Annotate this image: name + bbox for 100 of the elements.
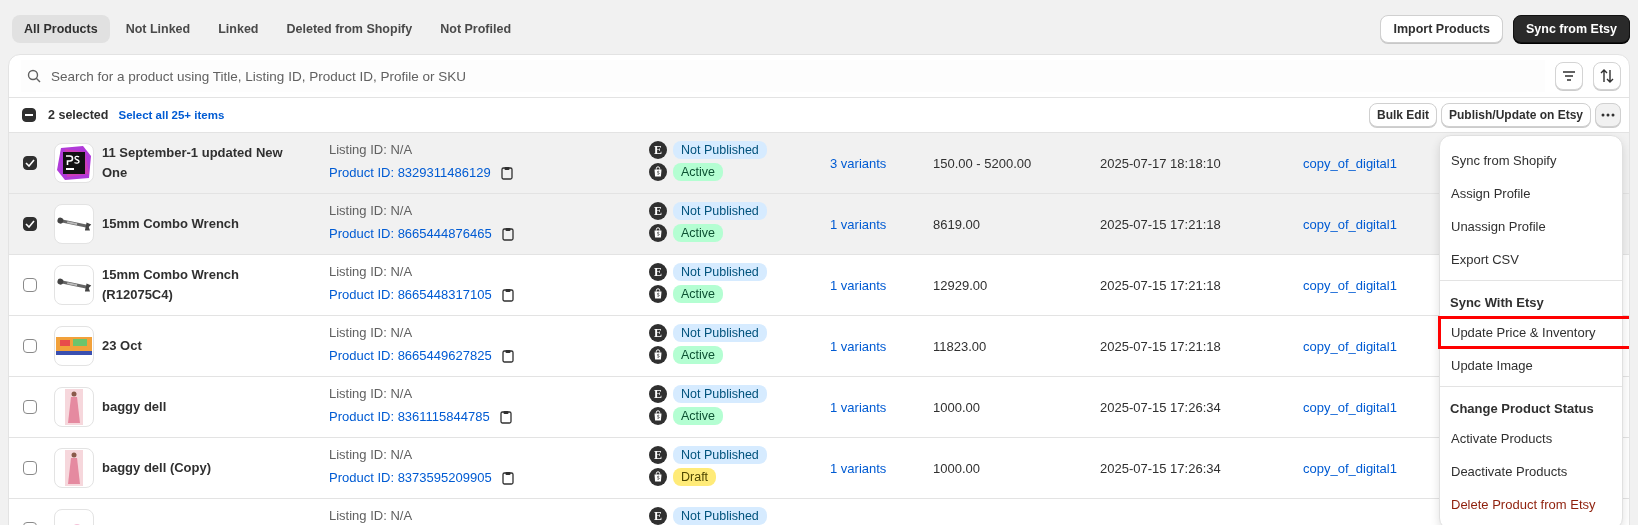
clipboard-icon[interactable] (501, 348, 514, 363)
shopify-status-badge: Draft (673, 468, 717, 486)
price-cell: 1000.00 (933, 399, 980, 415)
sync-button[interactable]: Sync from Etsy (1513, 15, 1630, 43)
product-id-link[interactable]: Product ID: 8329311486129 (329, 165, 491, 180)
menu-heading: Change Product Status (1449, 400, 1595, 418)
sort-button[interactable] (1593, 62, 1621, 90)
product-title: baggy dell (102, 399, 168, 414)
listing-id: Listing ID: N/A (329, 447, 414, 462)
clipboard-icon[interactable] (501, 226, 514, 241)
product-id-link[interactable]: Product ID: 8665444876465 (329, 226, 492, 241)
menu-item[interactable]: Activate Products (1438, 422, 1629, 455)
clipboard-icon[interactable] (499, 409, 512, 424)
select-all-link[interactable]: Select all 25+ items (118, 109, 225, 121)
product-id-link[interactable]: Product ID: 8373595209905 (329, 470, 492, 485)
profile-link[interactable]: copy_of_digital1 (1303, 460, 1397, 476)
variants-link[interactable]: 1 variants (830, 399, 887, 415)
menu-item[interactable]: Unassign Profile (1438, 210, 1629, 243)
clipboard-icon[interactable] (500, 165, 513, 180)
price-cell: 12929.00 (933, 277, 988, 293)
ellipsis-icon (1601, 113, 1615, 117)
shopping-bag-icon (649, 346, 667, 364)
bulk-action-button[interactable]: Bulk Edit (1368, 103, 1437, 127)
product-title: 15mm Combo Wrench (R12075C4) (102, 267, 239, 302)
date-cell: 2025-07-15 17:26:34 (1100, 460, 1221, 476)
menu-item[interactable]: Assign Profile (1438, 177, 1629, 210)
row-checkbox[interactable] (23, 278, 37, 292)
filter-tab[interactable]: Deleted from Shopify (274, 15, 425, 43)
etsy-icon: E (649, 324, 667, 342)
date-cell: 2025-07-17 18:18:10 (1100, 155, 1221, 171)
product-title: baggy dell (Copy) (102, 460, 213, 475)
menu-item[interactable]: Delete Product from Etsy (1438, 488, 1629, 521)
row-checkbox[interactable] (23, 461, 37, 475)
shopify-status-badge: Active (673, 407, 724, 425)
search-icon (27, 69, 41, 83)
filter-tab[interactable]: Not Profiled (428, 15, 524, 43)
row-checkbox[interactable] (23, 400, 37, 414)
etsy-icon: E (649, 385, 667, 403)
variants-link[interactable]: 1 variants (830, 460, 887, 476)
bulk-action-button[interactable]: Publish/Update on Etsy (1441, 103, 1591, 127)
etsy-icon: E (649, 202, 667, 220)
filter-tab[interactable]: Not Linked (113, 15, 203, 43)
date-cell: 2025-07-15 17:21:18 (1100, 277, 1221, 293)
etsy-icon: E (649, 507, 667, 525)
filter-tab[interactable]: Linked (206, 15, 271, 43)
price-cell: 1000.00 (933, 460, 980, 476)
profile-link[interactable]: copy_of_digital1 (1303, 399, 1397, 415)
import-button[interactable]: Import Products (1380, 15, 1503, 43)
profile-link[interactable]: copy_of_digital1 (1303, 277, 1397, 293)
clipboard-icon[interactable] (501, 470, 514, 485)
menu-item[interactable]: Deactivate Products (1438, 455, 1629, 488)
shopify-status-badge: Active (673, 285, 724, 303)
sort-icon (1600, 69, 1614, 83)
profile-link[interactable]: copy_of_digital1 (1303, 338, 1397, 354)
product-id-link[interactable]: Product ID: 8665448317105 (329, 287, 492, 302)
search-field[interactable]: Search for a product using Title, Listing ID, Product ID, Profile or SKU (49, 67, 1539, 85)
minus-icon (25, 114, 33, 116)
date-cell: 2025-07-15 17:26:34 (1100, 399, 1221, 415)
profile-link[interactable]: copy_of_digital1 (1303, 155, 1397, 171)
shopping-bag-icon (649, 285, 667, 303)
row-checkbox[interactable] (23, 156, 37, 170)
clipboard-icon[interactable] (501, 287, 514, 302)
etsy-status-badge: Not Published (673, 324, 767, 342)
select-all-checkbox[interactable] (22, 108, 36, 122)
filter-tab[interactable]: All Products (12, 15, 110, 43)
shopping-bag-icon (649, 468, 667, 486)
product-title: 15mm Combo Wrench (102, 216, 240, 231)
variants-link[interactable]: 1 variants (830, 216, 887, 232)
shopify-status-badge: Active (673, 224, 724, 242)
etsy-status-badge: Not Published (673, 385, 767, 403)
listing-id: Listing ID: N/A (329, 264, 414, 279)
price-cell: 11823.00 (933, 338, 987, 354)
date-cell: 2025-07-15 17:21:18 (1100, 338, 1221, 354)
listing-id: Listing ID: N/A (329, 386, 414, 401)
product-id-link[interactable]: Product ID: 8361115844785 (329, 409, 490, 424)
profile-link[interactable]: copy_of_digital1 (1303, 216, 1397, 232)
menu-item[interactable]: Sync from Shopify (1438, 144, 1629, 177)
variants-link[interactable]: 3 variants (830, 155, 887, 171)
etsy-status-badge: Not Published (673, 446, 767, 464)
filter-button[interactable] (1555, 62, 1583, 90)
product-title: 11 September-1 updated New One (102, 145, 283, 180)
shopping-bag-icon (649, 224, 667, 242)
menu-item[interactable]: Export CSV (1438, 243, 1629, 276)
shopping-bag-icon (649, 407, 667, 425)
variants-link[interactable]: 1 variants (830, 277, 887, 293)
listing-id: Listing ID: N/A (329, 203, 414, 218)
menu-item[interactable]: Update Image (1438, 349, 1629, 382)
menu-item[interactable]: Update Price & Inventory (1438, 316, 1629, 349)
row-checkbox[interactable] (23, 339, 37, 353)
etsy-icon: E (649, 263, 667, 281)
listing-id: Listing ID: N/A (329, 325, 414, 340)
etsy-status-badge: Not Published (673, 263, 767, 281)
row-checkbox[interactable] (23, 217, 37, 231)
price-cell: 8619.00 (933, 216, 980, 232)
price-cell: 150.00 - 5200.00 (933, 155, 1032, 171)
variants-link[interactable]: 1 variants (830, 338, 887, 354)
product-id-link[interactable]: Product ID: 8665449627825 (329, 348, 492, 363)
etsy-status-badge: Not Published (673, 507, 767, 525)
filter-icon (1562, 70, 1576, 82)
selected-count: 2 selected (48, 108, 109, 122)
